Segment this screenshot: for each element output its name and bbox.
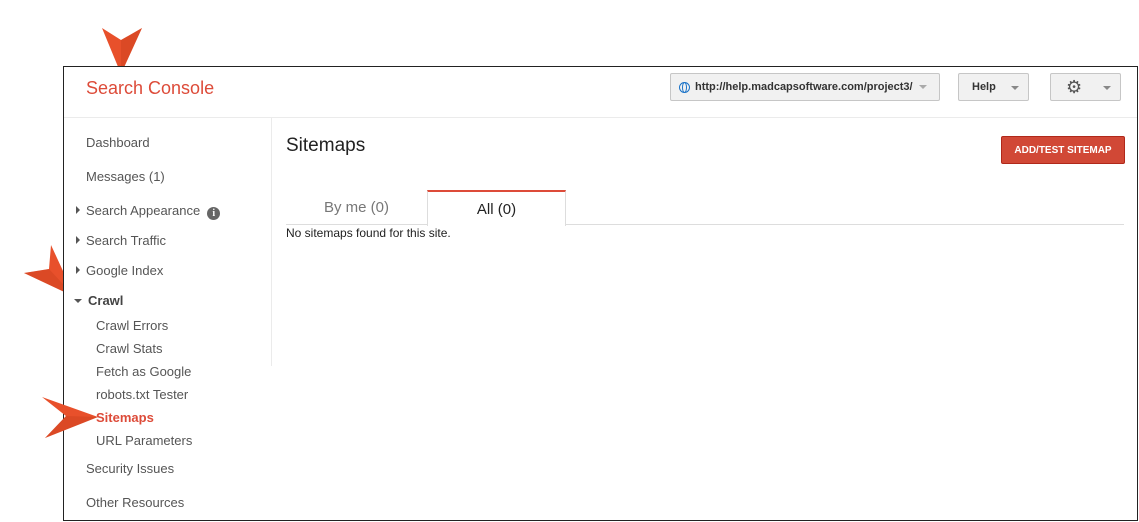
tab-all[interactable]: All (0) (427, 190, 566, 226)
help-button[interactable]: Help (958, 73, 1029, 101)
expand-right-icon (76, 266, 80, 274)
settings-button[interactable]: ⚙ (1050, 73, 1121, 101)
sidebar-item-robots-tester[interactable]: robots.txt Tester (96, 387, 188, 402)
page-title: Sitemaps (286, 135, 366, 156)
tab-by-me[interactable]: By me (0) (286, 190, 427, 225)
sidebar-item-crawl-stats[interactable]: Crawl Stats (96, 341, 162, 356)
collapse-down-icon (74, 299, 82, 303)
sidebar-item-label: Search Traffic (86, 233, 166, 248)
sidebar-item-label: Crawl (88, 293, 124, 308)
expand-right-icon (76, 236, 80, 244)
sidebar-item-fetch-as-google[interactable]: Fetch as Google (96, 364, 191, 379)
sidebar-item-security-issues[interactable]: Security Issues (86, 461, 174, 476)
chevron-down-icon (1103, 86, 1111, 90)
sidebar-item-google-index[interactable]: Google Index (76, 263, 163, 278)
help-label: Help (972, 81, 996, 93)
search-console-window: Search Console http://help.madcapsoftwar… (63, 66, 1138, 521)
globe-icon (679, 81, 690, 93)
info-icon[interactable]: i (207, 207, 221, 220)
sidebar-item-label: Google Index (86, 263, 164, 278)
gear-icon: ⚙ (1066, 77, 1083, 97)
sidebar-divider (271, 118, 272, 366)
sidebar-item-label: Search Appearance (86, 203, 201, 218)
sidebar-item-crawl-errors[interactable]: Crawl Errors (96, 318, 168, 333)
callout-arrow-sitemaps (42, 397, 98, 438)
sidebar-item-messages[interactable]: Messages (1) (86, 169, 165, 184)
chevron-down-icon (1011, 86, 1019, 90)
chevron-down-icon (918, 85, 927, 89)
sidebar-item-search-traffic[interactable]: Search Traffic (76, 233, 166, 248)
sidebar-item-crawl[interactable]: Crawl (74, 293, 123, 308)
header-divider (64, 117, 1137, 118)
property-selector[interactable]: http://help.madcapsoftware.com/project3/ (670, 73, 940, 101)
empty-state-message: No sitemaps found for this site. (286, 226, 451, 240)
sidebar-item-search-appearance[interactable]: Search Appearance i (76, 203, 221, 220)
sidebar-item-other-resources[interactable]: Other Resources (86, 495, 184, 510)
expand-right-icon (76, 206, 80, 214)
sidebar-item-sitemaps[interactable]: Sitemaps (96, 410, 154, 425)
sidebar-item-dashboard[interactable]: Dashboard (86, 135, 150, 150)
add-test-sitemap-button[interactable]: ADD/TEST SITEMAP (1001, 136, 1125, 164)
app-title[interactable]: Search Console (86, 78, 214, 99)
property-url: http://help.madcapsoftware.com/project3/ (695, 81, 913, 93)
sidebar-item-url-parameters[interactable]: URL Parameters (96, 433, 192, 448)
